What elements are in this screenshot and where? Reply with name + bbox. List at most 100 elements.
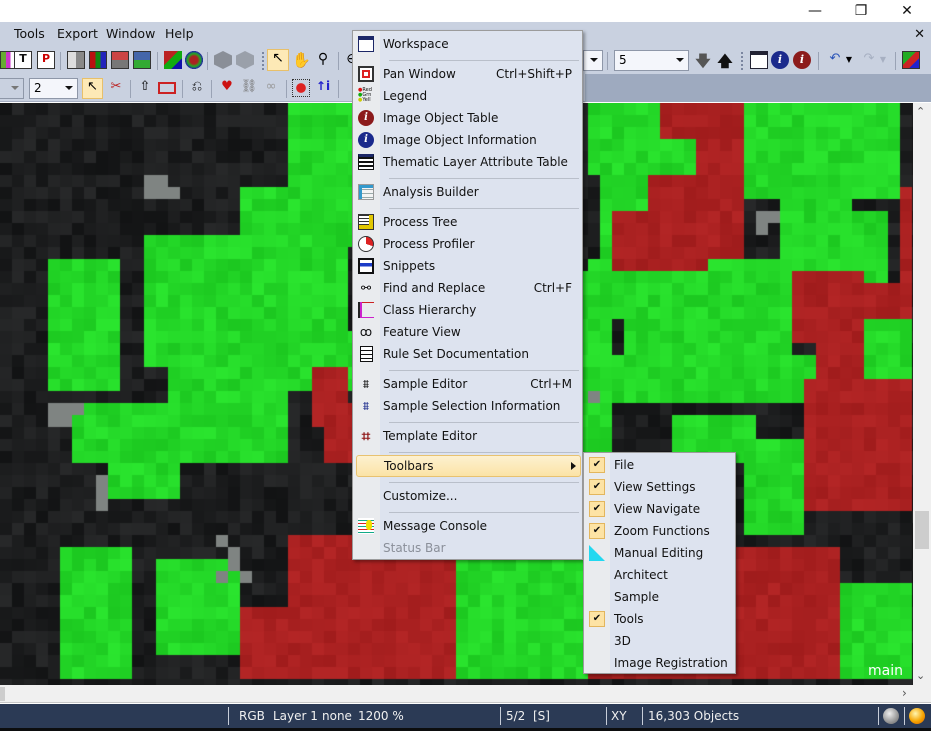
single-layer-grayscale-icon[interactable] — [67, 51, 85, 69]
scroll-up-icon[interactable]: ⌃ — [916, 105, 925, 118]
menu-item-snippets[interactable]: Snippets — [355, 255, 580, 277]
image-object-table-icon[interactable]: i — [793, 51, 811, 69]
mdi-close-button[interactable]: ✕ — [914, 27, 925, 42]
menu-item-label: Sample Selection Information — [383, 399, 561, 413]
cut-object-icon[interactable]: ✂ — [107, 79, 125, 97]
vertical-scrollbar[interactable]: ⌃ ⌄ — [913, 103, 931, 685]
toolbar-grip[interactable] — [262, 52, 264, 70]
menu-item-toolbars[interactable]: Toolbars — [356, 455, 581, 477]
toolbar-toggle-3d[interactable]: 3D — [586, 630, 734, 652]
submenu-item-label: View Navigate — [614, 502, 701, 516]
toolbar-toggle-image-registration[interactable]: Image Registration — [586, 652, 734, 674]
menu-item-pan-window[interactable]: Pan Window Ctrl+Shift+P — [355, 63, 580, 85]
toolbar-toggle-zoom-functions[interactable]: ✔ Zoom Functions — [586, 520, 734, 542]
menu-item-template-editor[interactable]: ⌗ Template Editor — [355, 425, 580, 447]
horizontal-scroll-thumb[interactable] — [0, 687, 5, 701]
rectangle-select-icon[interactable] — [158, 82, 176, 94]
undo-icon[interactable]: ↶ — [826, 51, 844, 69]
menu-item-sample-selection-information[interactable]: ⩩ Sample Selection Information — [355, 395, 580, 417]
toolbar-toggle-manual-editing[interactable]: Manual Editing — [586, 542, 734, 564]
menu-item-customize[interactable]: Customize... — [355, 485, 580, 507]
menu-item-workspace[interactable]: Workspace — [355, 33, 580, 55]
menu-item-process-profiler[interactable]: Process Profiler — [355, 233, 580, 255]
menu-help[interactable]: Help — [165, 26, 194, 41]
submenu-item-label: Manual Editing — [614, 546, 704, 560]
menu-separator — [389, 60, 579, 61]
menu-item-rule-set-documentation[interactable]: Rule Set Documentation — [355, 343, 580, 365]
toolbar-grip[interactable] — [741, 52, 743, 70]
menu-item-find-and-replace[interactable]: ⚯ Find and Replace Ctrl+F — [355, 277, 580, 299]
toolbar-combo-partial-left[interactable] — [0, 78, 24, 99]
arrow-down-icon[interactable]: 🡇 — [694, 51, 712, 70]
menu-item-image-object-information[interactable]: i Image Object Information — [355, 129, 580, 151]
copy-view-icon[interactable] — [902, 51, 920, 69]
menu-item-class-hierarchy[interactable]: Class Hierarchy — [355, 299, 580, 321]
sample-selection-icon: ⩩ — [362, 399, 370, 413]
previous-layer-mix-icon[interactable] — [111, 51, 129, 69]
next-layer-mix-icon[interactable] — [133, 51, 151, 69]
analysis-builder-icon — [358, 184, 374, 200]
arrow-up-icon[interactable]: 🡅 — [716, 51, 734, 70]
toolbar-toggle-architect[interactable]: Architect — [586, 564, 734, 586]
toolbar-toggle-sample[interactable]: Sample — [586, 586, 734, 608]
polygon-select-icon[interactable]: ⇧ — [136, 79, 154, 97]
undo-dropdown-icon[interactable]: ▼ — [844, 51, 854, 69]
pan-hand-icon[interactable]: ✋ — [292, 51, 311, 69]
classify-object-icon[interactable]: ♥ — [218, 79, 236, 97]
link-icon[interactable]: ⛓ — [240, 79, 258, 97]
image-layer-select[interactable]: 2 — [29, 78, 78, 99]
toolbar-toggle-tools[interactable]: ✔ Tools — [586, 608, 734, 630]
toolbar-toggle-view-settings[interactable]: ✔ View Settings — [586, 476, 734, 498]
show-outlines-icon[interactable] — [164, 51, 182, 69]
menu-item-message-console[interactable]: Message Console — [355, 515, 580, 537]
scroll-down-icon[interactable]: ⌄ — [916, 669, 925, 682]
thematic-p-icon[interactable]: P — [37, 51, 55, 69]
select-pointer-icon[interactable]: ↖ — [267, 49, 289, 71]
menu-export[interactable]: Export — [57, 26, 98, 41]
redo-icon[interactable]: ↷ — [860, 51, 878, 69]
menu-item-label: Template Editor — [383, 429, 478, 443]
vertical-scroll-thumb[interactable] — [915, 511, 929, 549]
maximize-button[interactable]: ❐ — [838, 0, 884, 22]
menu-item-sample-editor[interactable]: ⩩ Sample Editor Ctrl+M — [355, 373, 580, 395]
toolbar-combo-partial[interactable] — [583, 50, 603, 71]
menu-separator — [389, 370, 579, 371]
classification-view-icon[interactable] — [185, 51, 203, 69]
menu-item-label: Pan Window — [383, 67, 456, 81]
menu-item-thematic-layer-attribute-table[interactable]: Thematic Layer Attribute Table — [355, 151, 580, 173]
menu-item-status-bar[interactable]: Status Bar — [355, 537, 580, 559]
minimize-icon: — — [808, 3, 822, 19]
workspace-icon[interactable] — [750, 51, 768, 69]
toolbar-toggle-view-navigate[interactable]: ✔ View Navigate — [586, 498, 734, 520]
menu-separator — [389, 422, 579, 423]
menu-item-legend[interactable]: ●Red ●Grn ●Yell Legend — [355, 85, 580, 107]
menu-item-feature-view[interactable]: ꝏ Feature View — [355, 321, 580, 343]
menu-separator — [389, 178, 579, 179]
menu-tools[interactable]: Tools — [14, 26, 45, 41]
level-select[interactable]: 5 — [614, 50, 689, 71]
scroll-right-icon[interactable]: › — [902, 686, 907, 700]
minimize-button[interactable]: — — [792, 0, 838, 22]
menu-item-label: Process Profiler — [383, 237, 475, 251]
redo-dropdown-icon[interactable]: ▼ — [878, 51, 888, 69]
polygons-icon[interactable] — [214, 51, 232, 69]
merge-objects-icon[interactable]: ⎌ — [188, 79, 206, 97]
stopwatch-icon — [358, 236, 374, 252]
rgb-mix-icon[interactable] — [89, 51, 107, 69]
unlink-icon[interactable]: ∞ — [262, 79, 280, 97]
image-object-info-icon[interactable]: i — [771, 51, 789, 69]
select-region-icon[interactable] — [292, 79, 310, 97]
menu-window[interactable]: Window — [106, 26, 155, 41]
pan-window-icon — [358, 66, 374, 82]
toolbar-toggle-file[interactable]: ✔ File — [586, 454, 734, 476]
horizontal-scrollbar[interactable]: › — [0, 685, 931, 703]
area-zoom-icon[interactable]: ⚲ — [314, 51, 332, 69]
close-button[interactable]: ✕ — [884, 0, 930, 22]
thematic-t-icon[interactable]: T — [14, 51, 32, 69]
skeletons-icon[interactable] — [236, 51, 254, 69]
menu-item-process-tree[interactable]: Process Tree — [355, 211, 580, 233]
menu-item-image-object-table[interactable]: i Image Object Table — [355, 107, 580, 129]
select-object-pointer-icon[interactable]: ↖ — [82, 78, 103, 99]
menu-item-analysis-builder[interactable]: Analysis Builder — [355, 181, 580, 203]
sample-info-icon[interactable]: ↑i — [314, 79, 332, 97]
